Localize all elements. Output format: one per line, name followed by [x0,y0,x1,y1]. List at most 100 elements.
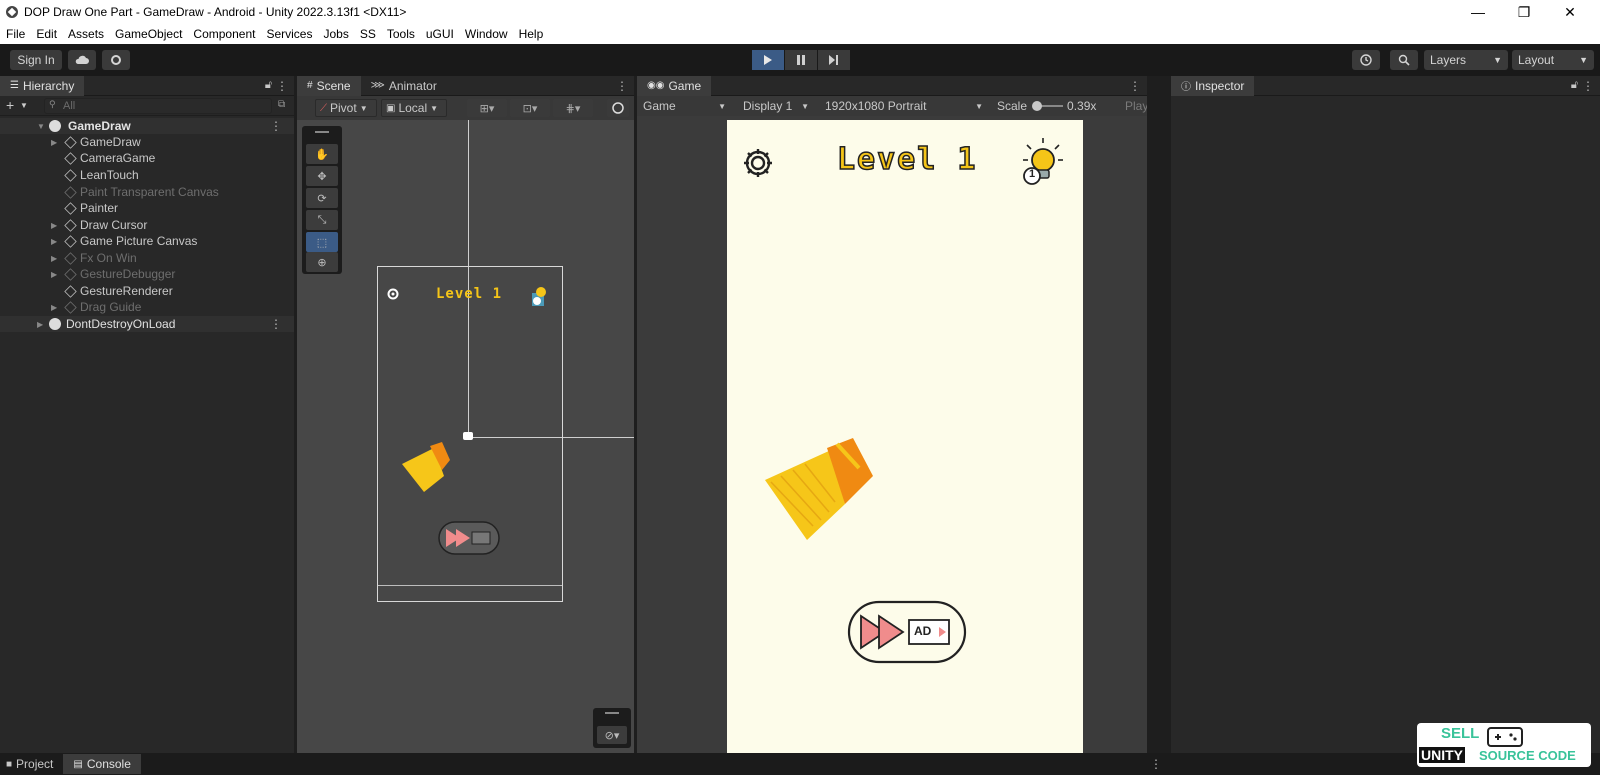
resolution-dropdown[interactable]: 1920x1080 Portrait ▼ [819,99,989,113]
expand-arrow-icon[interactable]: ▼ [37,122,45,131]
scene-view[interactable]: ⟋ Pivot ▼ ▣ Local ▼ ⊞▾ ⊡▾ ⋕▾ Level 1 ⊘▾ [297,96,634,753]
hierarchy-item[interactable]: ▶ Fx On Win [0,250,294,266]
tab-project[interactable]: ■ Project [0,754,63,774]
menu-ss[interactable]: SS [360,27,376,41]
transform-tool-button[interactable]: ⊕ [306,252,338,272]
hierarchy-item[interactable]: Paint Transparent Canvas [0,184,294,200]
scale-thumb[interactable] [1032,101,1043,111]
hierarchy-item[interactable]: ▶ Game Picture Canvas [0,233,294,249]
menu-jobs[interactable]: Jobs [323,27,348,41]
more-options-icon[interactable]: ⋮ [1129,79,1141,93]
hierarchy-item[interactable]: CameraGame [0,150,294,166]
view-options-button[interactable]: ⊘▾ [597,726,627,744]
close-button[interactable]: ✕ [1547,0,1593,24]
hint-button[interactable]: 1 [1019,136,1067,188]
expand-arrow-icon[interactable]: ▶ [51,270,57,279]
pause-button[interactable] [785,50,817,70]
increment-snap-button[interactable]: ⊡▾ [510,99,550,117]
menu-gameobject[interactable]: GameObject [115,27,182,41]
hierarchy-item-label: Drag Guide [80,300,142,314]
local-dropdown[interactable]: ▣ Local ▼ [381,99,447,117]
more-options-icon[interactable]: ⋮ [270,119,282,133]
game-mode-dropdown[interactable]: Game ▼ [637,99,732,113]
play-button[interactable] [752,50,784,70]
layers-dropdown[interactable]: Layers ▼ [1424,50,1508,70]
history-button[interactable] [1352,50,1380,70]
tab-animator[interactable]: ⋙ Animator [361,76,447,96]
menu-window[interactable]: Window [465,27,508,41]
menu-services[interactable]: Services [266,27,312,41]
hand-tool-button[interactable]: ✋ [306,144,338,164]
tab-console[interactable]: ▤ Console [63,754,141,774]
hierarchy-scene-row[interactable]: ▼ GameDraw ⋮ [0,118,294,134]
hierarchy-item[interactable]: ▶ Drag Guide [0,299,294,315]
more-options-icon[interactable]: ⋮ [616,79,628,93]
hierarchy-search-input[interactable]: ⚲ All [44,98,272,114]
menu-assets[interactable]: Assets [68,27,104,41]
drag-handle[interactable] [605,712,619,714]
cloud-button[interactable] [68,50,96,70]
expand-arrow-icon[interactable]: ▶ [51,221,57,230]
expand-arrow-icon[interactable]: ▶ [51,303,57,312]
hierarchy-item[interactable]: ▶ GameDraw [0,134,294,150]
inspector-header: ⓘ Inspector 🔓︎ ⋮ [1171,75,1600,96]
rotate-tool-button[interactable]: ⟳ [306,188,338,208]
menu-tools[interactable]: Tools [387,27,415,41]
lock-icon[interactable]: 🔓︎ [1571,79,1578,92]
expand-arrow-icon[interactable]: ▶ [51,138,57,147]
expand-arrow-icon[interactable]: ▶ [51,254,57,263]
orientation-gizmo[interactable]: ⊘▾ [593,708,631,748]
unity-scene-icon [49,120,61,132]
more-options-icon[interactable]: ⋮ [1150,757,1162,771]
draw-mode-button[interactable] [607,99,629,117]
expand-arrow-icon[interactable]: ▶ [37,320,43,329]
chevron-down-icon[interactable]: ▼ [20,101,28,110]
hierarchy-item[interactable]: ▶ Draw Cursor [0,217,294,233]
search-button[interactable] [1390,50,1418,70]
tab-inspector[interactable]: ⓘ Inspector [1171,75,1255,96]
expand-arrow-icon[interactable]: ▶ [51,237,57,246]
collab-button[interactable] [102,50,130,70]
minimize-button[interactable]: — [1455,0,1501,24]
hierarchy-item[interactable]: LeanTouch [0,167,294,183]
layout-dropdown[interactable]: Layout ▼ [1512,50,1594,70]
rect-tool-button[interactable]: ⬚ [306,232,338,252]
move-tool-button[interactable]: ✥ [306,166,338,186]
tab-scene[interactable]: # Scene [297,75,361,96]
lock-icon[interactable]: 🔓︎ [265,79,272,92]
menu-file[interactable]: File [6,27,25,41]
grid-snap-button[interactable]: ⊞▾ [467,99,507,117]
step-button[interactable] [818,50,850,70]
maximize-button[interactable]: ❐ [1501,0,1547,24]
settings-gear-icon[interactable] [741,146,775,180]
skip-level-ad-button[interactable]: AD [847,600,967,664]
more-options-icon[interactable]: ⋮ [276,79,288,93]
menu-component[interactable]: Component [193,27,255,41]
menu-help[interactable]: Help [519,27,544,41]
play-unfocused-label[interactable]: Play Ur [1125,99,1147,113]
more-options-icon[interactable]: ⋮ [1582,79,1594,93]
pivot-dropdown[interactable]: ⟋ Pivot ▼ [315,99,377,117]
menu-edit[interactable]: Edit [36,27,57,41]
scale-track[interactable] [1032,101,1064,111]
hierarchy-scene-row[interactable]: ▶ DontDestroyOnLoad ⋮ [0,316,294,332]
gameobject-icon [64,300,77,314]
display-dropdown[interactable]: Display 1 ▼ [737,99,815,113]
scale-slider[interactable]: Scale 0.39x [997,99,1117,113]
vertex-snap-button[interactable]: ⋕▾ [553,99,593,117]
sign-in-button[interactable]: Sign In [10,50,62,70]
hierarchy-item[interactable]: Painter [0,200,294,216]
tab-hierarchy[interactable]: ☰ Hierarchy [0,75,85,96]
game-viewport[interactable]: Level 1 1 AD [727,120,1083,753]
menu-ugui[interactable]: uGUI [426,27,454,41]
hierarchy-item[interactable]: ▶ GestureDebugger [0,266,294,282]
drag-handle[interactable] [315,131,329,133]
scene-visibility-icon[interactable]: ⧉ [278,99,285,110]
scale-tool-button[interactable]: ⤡ [306,210,338,230]
tab-game[interactable]: ◉◉ Game [637,75,712,96]
hierarchy-item[interactable]: GestureRenderer [0,283,294,299]
scene-level-title: Level 1 [436,286,503,302]
more-options-icon[interactable]: ⋮ [270,317,282,331]
rotate-icon: ⟳ [317,192,327,205]
add-icon[interactable]: + [6,97,14,113]
